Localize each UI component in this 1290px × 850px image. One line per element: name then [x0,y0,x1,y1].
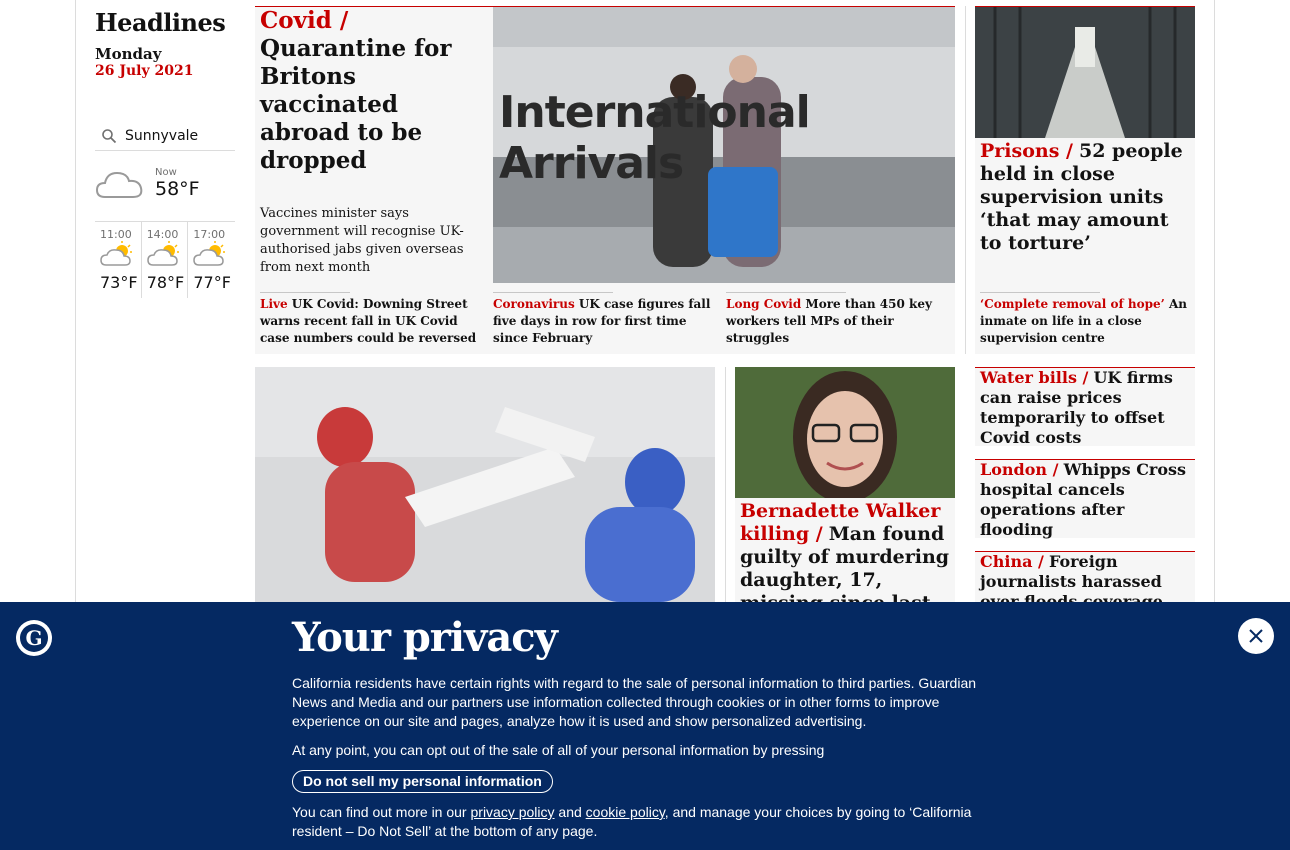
forecast-temp: 77°F [193,273,231,292]
forecast-time: 11:00 [100,228,132,241]
side-kicker: London / [980,460,1059,479]
prisons-story-card[interactable]: Prisons / 52 people held in close superv… [975,7,1195,354]
corridor-photo [975,7,1195,138]
side-story-water[interactable]: Water bills / UK firms can raise prices … [975,368,1195,448]
sublink-kicker: Live [260,297,288,311]
divider [260,292,350,293]
walker-photo [735,367,955,498]
forecast-slot: 11:00 73°F [95,222,142,298]
close-icon [1249,629,1263,643]
side-kicker: Water bills / [980,368,1089,387]
prisons-sublink[interactable]: ‘Complete removal of hope’ An inmate on … [980,296,1192,347]
divider [493,292,613,293]
side-story-london[interactable]: London / Whipps Cross hospital cancels o… [975,460,1195,540]
search-icon [102,128,117,143]
sublink-long-covid[interactable]: Long Covid More than 450 key workers tel… [726,296,948,347]
forecast-time: 14:00 [146,228,179,241]
walker-story-card[interactable]: Bernadette Walker killing / Man found gu… [735,367,955,637]
divider [980,292,1100,293]
privacy-policy-link[interactable]: privacy policy [471,804,555,820]
date-day: Monday [95,45,162,63]
svg-text:G: G [25,626,42,650]
date-full: 26 July 2021 [95,63,194,79]
sublink-kicker: ‘Complete removal of hope’ [980,297,1165,311]
banner-body: California residents have certain rights… [292,674,1002,850]
lead-standfirst: Vaccines minister says government will r… [260,206,464,275]
sublink-live[interactable]: Live UK Covid: Downing Street warns rece… [260,296,480,347]
taekwondo-photo[interactable] [255,367,715,602]
lead-kicker: Covid / [260,7,349,34]
prisons-photo [975,7,1195,138]
banner-paragraph: At any point, you can opt out of the sal… [292,742,825,758]
close-button[interactable] [1238,618,1274,654]
sublink-kicker: Coronavirus [493,297,575,311]
lead-headline[interactable]: Covid / Quarantine for Britons vaccinate… [260,7,480,175]
side-kicker: China / [980,552,1044,571]
headlines-rail: Headlines Monday 26 July 2021 Sunnyvale … [95,0,235,298]
forecast-temp: 73°F [100,273,138,292]
cloud-icon [95,171,143,198]
side-headline[interactable]: London / Whipps Cross hospital cancels o… [980,460,1192,540]
guardian-logo-icon: G [16,620,52,656]
portrait-photo [735,367,955,498]
photo-sign: International Arrivals [499,87,811,189]
sublink-text: UK Covid: Downing Street warns recent fa… [260,297,477,345]
divider [726,292,846,293]
sport-photo [255,367,715,602]
lead-headline-text: Quarantine for Britons vaccinated abroad… [260,35,452,174]
weather-now: Now 58°F [95,163,235,203]
now-temperature: 58°F [155,177,200,200]
partly-sunny-icon [146,241,179,266]
partly-sunny-icon [100,241,132,266]
prisons-kicker: Prisons / [980,140,1073,162]
prisons-headline[interactable]: Prisons / 52 people held in close superv… [980,140,1192,255]
do-not-sell-button[interactable]: Do not sell my personal information [292,770,553,793]
lead-photo[interactable]: International Arrivals [493,7,955,283]
now-label: Now [155,166,177,178]
weather-forecast: 11:00 73°F 14:00 78°F 17:00 77°F [95,221,235,298]
sublink-kicker: Long Covid [726,297,802,311]
section-title: Headlines [95,8,226,37]
banner-title: Your privacy [292,614,558,661]
forecast-time: 17:00 [193,228,226,241]
forecast-slot: 17:00 77°F [188,222,235,298]
banner-text: You can find out more in our [292,804,467,820]
forecast-temp: 78°F [146,273,185,292]
privacy-banner: G Your privacy California residents have… [0,602,1290,850]
side-headline[interactable]: Water bills / UK firms can raise prices … [980,368,1192,448]
banner-paragraph: You can find out more in our privacy pol… [292,803,1002,841]
column-divider [725,367,726,602]
side-story-china[interactable]: China / Foreign journalists harassed ove… [975,552,1195,611]
location-name: Sunnyvale [125,127,199,144]
banner-paragraph: California residents have certain rights… [292,675,977,729]
sublink-coronavirus[interactable]: Coronavirus UK case figures fall five da… [493,296,715,347]
cookie-policy-link[interactable]: cookie policy [586,804,665,820]
weather-location[interactable]: Sunnyvale [95,125,235,151]
banner-text: and [558,804,582,820]
lead-story-card[interactable]: Covid / Quarantine for Britons vaccinate… [255,7,955,354]
column-divider [965,6,966,354]
forecast-slot: 14:00 78°F [142,222,189,298]
partly-sunny-icon [193,241,226,266]
